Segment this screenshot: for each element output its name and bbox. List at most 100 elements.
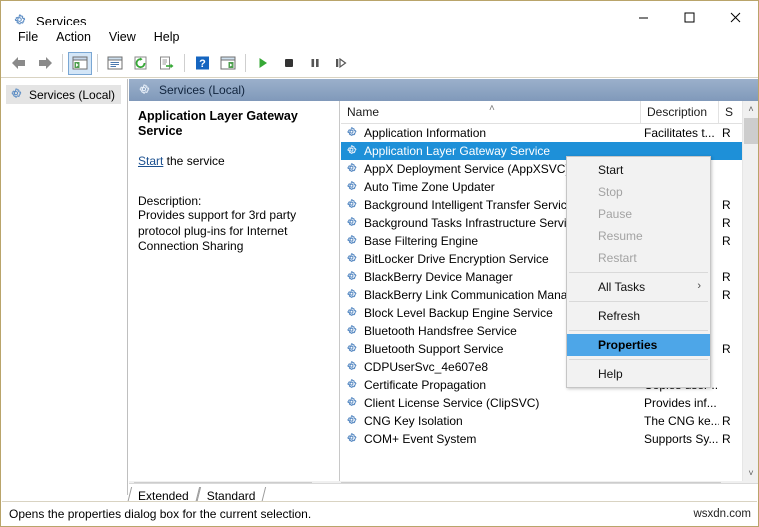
svg-text:?: ? <box>199 58 206 70</box>
services-gear-icon <box>345 288 360 303</box>
table-row[interactable]: COM+ Event SystemSupports Sy...R <box>341 430 758 448</box>
cell-description: Supports Sy... <box>641 432 719 446</box>
services-gear-icon <box>345 396 360 411</box>
description-label: Description: <box>138 194 329 208</box>
services-gear-icon <box>345 234 360 249</box>
context-menu-item-label: Stop <box>598 185 623 199</box>
cell-name: Client License Service (ClipSVC) <box>341 396 641 411</box>
properties-button[interactable] <box>103 52 127 75</box>
cell-name: COM+ Event System <box>341 432 641 447</box>
start-service-line: Start the service <box>138 154 329 168</box>
menu-action[interactable]: Action <box>47 28 100 46</box>
context-menu-item-help[interactable]: Help <box>567 363 710 385</box>
column-header-name[interactable]: Name ˄ <box>341 101 641 123</box>
stop-service-button[interactable] <box>277 52 301 75</box>
services-gear-icon <box>345 180 360 195</box>
cell-description: The CNG ke... <box>641 414 719 428</box>
start-service-button[interactable] <box>251 52 275 75</box>
toolbar-separator <box>184 54 185 72</box>
vertical-scroll-thumb[interactable] <box>744 118 758 144</box>
scroll-down-icon[interactable]: ˅ <box>743 465 759 481</box>
restart-service-button[interactable] <box>329 52 353 75</box>
context-menu-separator <box>569 359 708 360</box>
services-gear-icon <box>345 360 360 375</box>
start-service-link[interactable]: Start <box>138 154 163 168</box>
toolbar: ? <box>1 49 758 78</box>
tree-node-services-local[interactable]: Services (Local) <box>6 85 121 104</box>
context-menu-item-label: Pause <box>598 207 632 221</box>
context-menu-item-label: Restart <box>598 251 637 265</box>
toolbar-separator <box>62 54 63 72</box>
watermark: wsxdn.com <box>693 508 751 520</box>
context-menu-item-resume: Resume <box>567 225 710 247</box>
menu-help[interactable]: Help <box>145 28 189 46</box>
services-gear-icon <box>345 144 360 159</box>
chevron-right-icon: › <box>697 280 701 292</box>
context-menu-separator <box>569 272 708 273</box>
services-gear-icon <box>345 324 360 339</box>
services-gear-icon <box>345 306 360 321</box>
context-menu-item-label: Refresh <box>598 309 640 323</box>
action-pane-icon[interactable] <box>216 52 240 75</box>
selected-service-title: Application Layer Gateway Service <box>138 109 329 139</box>
context-menu-separator <box>569 330 708 331</box>
console-tree-pane: Services (Local) <box>2 79 128 495</box>
services-gear-icon <box>345 252 360 267</box>
scroll-up-icon[interactable]: ˄ <box>743 101 759 117</box>
services-gear-icon <box>9 87 24 102</box>
services-gear-icon <box>345 162 360 177</box>
table-row[interactable]: CNG Key IsolationThe CNG ke...R <box>341 412 758 430</box>
context-menu-item-label: Properties <box>598 338 657 352</box>
service-details-panel: Application Layer Gateway Service Start … <box>129 101 340 481</box>
forward-button[interactable] <box>33 52 57 75</box>
context-menu-item-label: Start <box>598 163 623 177</box>
back-button[interactable] <box>7 52 31 75</box>
cell-description: Provides inf... <box>641 396 719 410</box>
list-vertical-scrollbar[interactable]: ˄ ˅ <box>742 101 758 481</box>
cell-name: Application Information <box>341 126 641 141</box>
start-service-suffix: the service <box>163 154 224 168</box>
sort-ascending-icon: ˄ <box>489 103 495 114</box>
context-menu-item-pause: Pause <box>567 203 710 225</box>
services-gear-icon <box>137 83 152 98</box>
refresh-button[interactable] <box>129 52 153 75</box>
list-header: Name ˄ Description S <box>341 101 758 124</box>
show-hide-console-tree-button[interactable] <box>68 52 92 75</box>
context-menu-item-start[interactable]: Start <box>567 159 710 181</box>
context-menu-separator <box>569 301 708 302</box>
services-window: Services File Action View Help <box>0 0 759 527</box>
cell-description: Facilitates t... <box>641 126 719 140</box>
toolbar-separator <box>97 54 98 72</box>
context-menu-item-label: Help <box>598 367 623 381</box>
context-menu-item-stop: Stop <box>567 181 710 203</box>
context-menu-item-restart: Restart <box>567 247 710 269</box>
services-gear-icon <box>345 432 360 447</box>
status-bar: Opens the properties dialog box for the … <box>2 501 757 525</box>
context-menu-item-refresh[interactable]: Refresh <box>567 305 710 327</box>
services-gear-icon <box>345 198 360 213</box>
context-menu-item-all-tasks[interactable]: All Tasks › <box>567 276 710 298</box>
menu-file[interactable]: File <box>9 28 47 46</box>
table-row[interactable]: Application InformationFacilitates t...R <box>341 124 758 142</box>
menu-view[interactable]: View <box>100 28 145 46</box>
pause-service-button[interactable] <box>303 52 327 75</box>
cell-name: CNG Key Isolation <box>341 414 641 429</box>
services-gear-icon <box>345 378 360 393</box>
status-text: Opens the properties dialog box for the … <box>2 507 311 521</box>
context-menu-item-label: All Tasks <box>598 280 645 294</box>
export-icon[interactable] <box>155 52 179 75</box>
question-help-icon[interactable]: ? <box>190 52 214 75</box>
pane-header-label: Services (Local) <box>159 83 245 97</box>
tree-node-label: Services (Local) <box>29 88 115 102</box>
services-gear-icon <box>345 126 360 141</box>
menu-bar: File Action View Help <box>1 25 758 49</box>
column-header-description[interactable]: Description <box>641 101 719 123</box>
toolbar-separator <box>245 54 246 72</box>
table-row[interactable]: Client License Service (ClipSVC)Provides… <box>341 394 758 412</box>
context-menu: Start Stop Pause Resume Restart All Tasks › Ref… <box>566 156 711 388</box>
services-gear-icon <box>345 270 360 285</box>
context-menu-item-properties[interactable]: Properties <box>567 334 710 356</box>
services-gear-icon <box>345 342 360 357</box>
services-gear-icon <box>345 216 360 231</box>
context-menu-item-label: Resume <box>598 229 643 243</box>
